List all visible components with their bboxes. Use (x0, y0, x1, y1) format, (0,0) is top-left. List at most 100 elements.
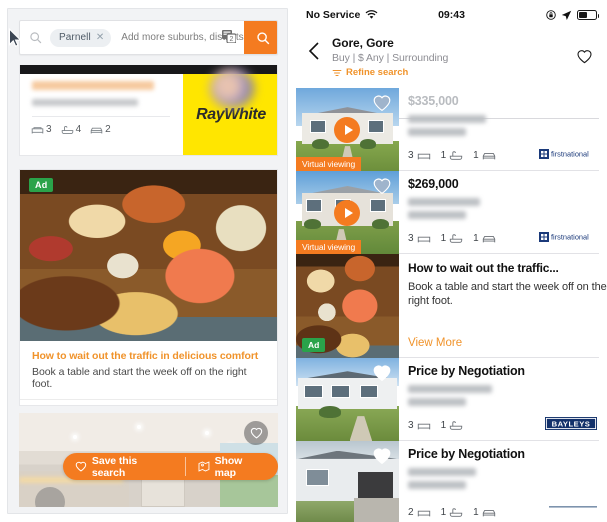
listing-suburb-redacted (408, 128, 466, 136)
favourite-button[interactable] (372, 94, 392, 117)
favourite-button[interactable] (244, 421, 268, 445)
listing-address-redacted (408, 468, 476, 476)
downlight (137, 425, 141, 429)
screenshot-root: Parnell ✕ Add more suburbs, districts 3 … (0, 0, 607, 522)
agency-logo-bayleys: BAYLEYS (545, 417, 597, 435)
ad-headline[interactable]: How to wait out the traffic... (408, 261, 607, 275)
refine-search-button[interactable]: Refine search (332, 67, 408, 78)
property-features: 3 1 (408, 420, 463, 431)
property-details: $335,000 3 1 1 firstnational (399, 88, 607, 171)
search-header: Gore, Gore Buy | $ Any | Surrounding Ref… (296, 33, 607, 119)
agency-logo-partial (549, 496, 597, 514)
virtual-viewing-badge: Virtual viewing (296, 240, 362, 254)
property-features: 3 1 1 (408, 233, 496, 244)
property-result-row[interactable]: Virtual viewing $269,000 3 1 1 firstnati… (296, 171, 607, 254)
drag-copy-cursor-icon: 2 (222, 30, 236, 43)
desktop-browser-panel: Parnell ✕ Add more suburbs, districts 3 … (0, 0, 296, 522)
bath-icon (61, 125, 73, 134)
bath-icon (449, 151, 463, 160)
property-result-row[interactable]: Price by Negotiation 2 1 1 (296, 441, 607, 522)
property-thumbnail[interactable]: Virtual viewing (296, 88, 399, 171)
ad-description: Book a table and start the week off on t… (408, 281, 607, 307)
favourite-button[interactable] (372, 177, 392, 200)
floating-action-pills: Save this search Show map (63, 453, 278, 480)
heart-icon (577, 50, 592, 64)
beds-count: 3 (408, 150, 414, 161)
listing-suburb-redacted (408, 211, 466, 219)
cars-feature: 2 (90, 124, 111, 135)
beds-count: 3 (46, 124, 52, 135)
cars-feature: 1 (473, 507, 496, 518)
search-submit-button[interactable] (243, 21, 277, 54)
property-thumbnail[interactable]: Virtual viewing (296, 171, 399, 254)
card-text-area: 3 4 2 (20, 74, 183, 155)
heart-icon (373, 178, 391, 195)
listing-address-redacted (408, 198, 480, 206)
bed-icon (31, 126, 44, 134)
favourite-button[interactable] (372, 447, 392, 470)
heart-icon (373, 365, 391, 382)
location-arrow-icon (561, 10, 572, 20)
car-icon (482, 510, 495, 517)
property-result-row[interactable]: Price by Negotiation 3 1 BAYLEYS (296, 358, 607, 441)
cars-feature: 1 (473, 150, 496, 161)
beds-feature: 3 (31, 124, 52, 135)
beds-count: 3 (408, 420, 414, 431)
close-icon[interactable]: ✕ (96, 32, 104, 43)
property-details: Price by Negotiation 3 1 BAYLEYS (399, 358, 607, 441)
listing-price: $269,000 (408, 177, 459, 191)
show-map-button[interactable]: Show map (186, 453, 278, 480)
favourite-button[interactable] (372, 364, 392, 387)
save-search-button[interactable] (576, 49, 593, 69)
beds-count: 3 (408, 233, 414, 244)
ad-badge: Ad (29, 178, 54, 192)
save-this-search-button[interactable]: Save this search (63, 453, 185, 480)
ad-body: How to wait out the traffic in delicious… (20, 341, 277, 405)
listing-suburb-redacted (408, 481, 466, 489)
ad-thumbnail[interactable]: Ad (296, 254, 399, 358)
property-photo-card[interactable]: Save this search Show map (19, 413, 278, 507)
cars-feature: 1 (473, 233, 496, 244)
downlight (73, 435, 77, 439)
advertisement-row[interactable]: Ad How to wait out the traffic... Book a… (296, 254, 607, 358)
ad-details: How to wait out the traffic... Book a ta… (399, 254, 607, 358)
battery-icon (577, 10, 599, 20)
advertisement-card[interactable]: Ad How to wait out the traffic in delici… (19, 169, 278, 406)
property-thumbnail[interactable] (296, 358, 399, 441)
beds-count: 2 (408, 507, 414, 518)
refine-search-label: Refine search (346, 67, 409, 78)
listing-price: $335,000 (408, 94, 459, 108)
play-icon[interactable] (334, 199, 360, 226)
search-bar[interactable]: Parnell ✕ Add more suburbs, districts (19, 20, 278, 55)
chevron-left-icon[interactable] (308, 41, 320, 61)
property-details: Price by Negotiation 2 1 1 (399, 441, 607, 522)
ad-headline[interactable]: How to wait out the traffic in delicious… (20, 341, 277, 362)
property-card-redacted[interactable]: 3 4 2 RayWhite (19, 65, 278, 156)
svg-text:BAYLEYS: BAYLEYS (552, 419, 591, 428)
show-map-label: Show map (214, 454, 243, 479)
baths-count: 1 (440, 150, 447, 161)
listing-address-redacted (408, 115, 486, 123)
play-icon[interactable] (334, 116, 360, 143)
bed-icon (417, 510, 430, 517)
baths-feature: 4 (61, 124, 81, 135)
cars-count: 1 (473, 507, 479, 518)
cars-count: 1 (473, 150, 479, 161)
baths-feature: 1 (441, 150, 464, 161)
car-icon (90, 127, 103, 134)
property-thumbnail[interactable] (296, 441, 399, 522)
save-this-search-label: Save this search (91, 454, 138, 479)
beds-feature: 3 (408, 233, 431, 244)
svg-text:2: 2 (230, 36, 234, 43)
ad-badge: Ad (302, 338, 326, 352)
search-icon (20, 31, 50, 44)
view-more-button[interactable]: View More (408, 337, 462, 349)
baths-count: 1 (440, 233, 447, 244)
cars-count: 2 (105, 124, 111, 135)
suburb-chip-parnell[interactable]: Parnell ✕ (50, 28, 112, 47)
divider (32, 116, 170, 117)
property-result-row[interactable]: Virtual viewing $335,000 3 1 1 firstnati… (296, 88, 607, 171)
person-photo-redacted (210, 68, 254, 108)
mobile-app-panel: No Service 09:43 Gore, Gore Buy | $ Any … (296, 0, 607, 522)
listing-suburb-redacted (408, 398, 466, 406)
